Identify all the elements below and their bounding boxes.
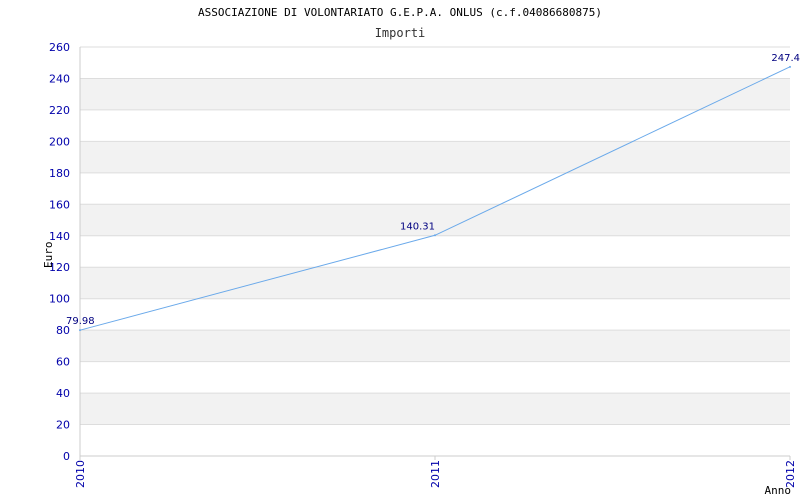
grid-band (80, 109, 790, 142)
y-tick-label: 140 (49, 230, 70, 243)
y-tick-label: 20 (56, 419, 70, 432)
x-axis-ticks: 2010 2011 2012 (74, 456, 797, 488)
data-point (434, 234, 436, 237)
y-tick-label: 0 (63, 450, 70, 463)
y-tick-label: 180 (49, 167, 70, 180)
grid-band (80, 204, 790, 236)
grid-band (80, 267, 790, 299)
data-point (79, 329, 81, 332)
data-label: 79.98 (66, 316, 95, 327)
grid-band (80, 393, 790, 425)
data-label: 140.31 (400, 221, 435, 232)
x-tick-label: 2011 (429, 460, 442, 488)
x-tick-label: 2010 (74, 460, 87, 488)
grid-band (80, 361, 790, 394)
grid-band (80, 47, 790, 79)
grid-band (80, 141, 790, 173)
y-tick-label: 200 (49, 135, 70, 148)
y-tick-label: 220 (49, 104, 70, 117)
y-tick-label: 260 (49, 41, 70, 54)
grid-band (80, 298, 790, 331)
grid-band (80, 330, 790, 362)
y-tick-label: 100 (49, 293, 70, 306)
y-tick-label: 60 (56, 356, 70, 369)
y-tick-label: 160 (49, 198, 70, 211)
y-tick-label: 40 (56, 387, 70, 400)
y-axis-title: Euro (42, 242, 55, 269)
grid-band (80, 172, 790, 205)
y-tick-label: 240 (49, 72, 70, 85)
line-chart: 020406080100120140160180200220240260 201… (42, 41, 800, 497)
data-point (789, 65, 791, 68)
grid-band (80, 424, 790, 456)
data-label: 247.4 (771, 53, 800, 64)
x-axis-title: Anno (765, 484, 792, 497)
grid-bands (80, 47, 790, 456)
grid-band (80, 235, 790, 268)
grid-band (80, 78, 790, 110)
